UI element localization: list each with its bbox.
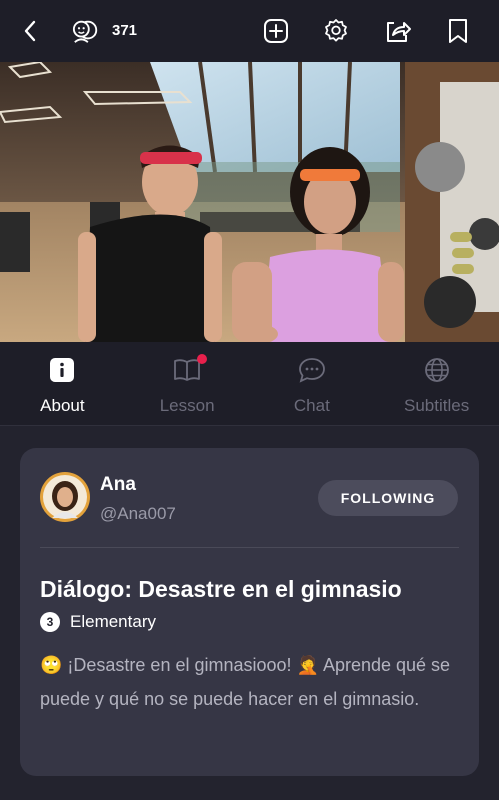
lesson-title: Diálogo: Desastre en el gimnasio	[40, 576, 402, 602]
tab-bar: About Lesson Chat Subtitles	[0, 342, 499, 426]
lesson-info-card: Ana @Ana007 FOLLOWING Diálogo: Desastre …	[20, 448, 479, 776]
tab-chat[interactable]: Chat	[250, 342, 375, 425]
lesson-description: 🙄 ¡Desastre en el gimnasiooo! 🤦 Aprende …	[40, 655, 451, 709]
tab-subtitles[interactable]: Subtitles	[374, 342, 499, 425]
divider	[40, 547, 459, 548]
tab-about-label: About	[40, 396, 85, 415]
globe-icon	[423, 356, 451, 384]
tab-subtitles-label: Subtitles	[404, 396, 470, 415]
chat-icon	[298, 356, 326, 384]
info-icon	[48, 356, 76, 384]
level-label: Elementary	[70, 612, 156, 631]
back-icon[interactable]	[16, 17, 44, 45]
notification-dot	[196, 354, 207, 364]
author-name[interactable]: Ana	[100, 474, 136, 496]
viewers-count: 371	[112, 22, 138, 39]
viewers-icon	[72, 17, 100, 45]
author-handle: @Ana007	[100, 504, 176, 523]
settings-icon[interactable]	[322, 17, 350, 45]
gym-scene-image	[0, 62, 499, 342]
bookmark-icon[interactable]	[444, 17, 472, 45]
avatar[interactable]	[40, 472, 90, 522]
share-icon[interactable]	[384, 17, 412, 45]
level-badge: 3 Elementary	[40, 612, 156, 632]
tab-lesson[interactable]: Lesson	[125, 342, 250, 425]
tab-lesson-label: Lesson	[159, 396, 215, 415]
video-player[interactable]	[0, 62, 499, 342]
tab-about[interactable]: About	[0, 342, 125, 425]
level-number: 3	[40, 612, 60, 632]
tab-chat-label: Chat	[293, 396, 330, 415]
top-bar: 371	[0, 0, 499, 62]
add-icon[interactable]	[262, 17, 290, 45]
following-button[interactable]: FOLLOWING	[318, 480, 458, 516]
